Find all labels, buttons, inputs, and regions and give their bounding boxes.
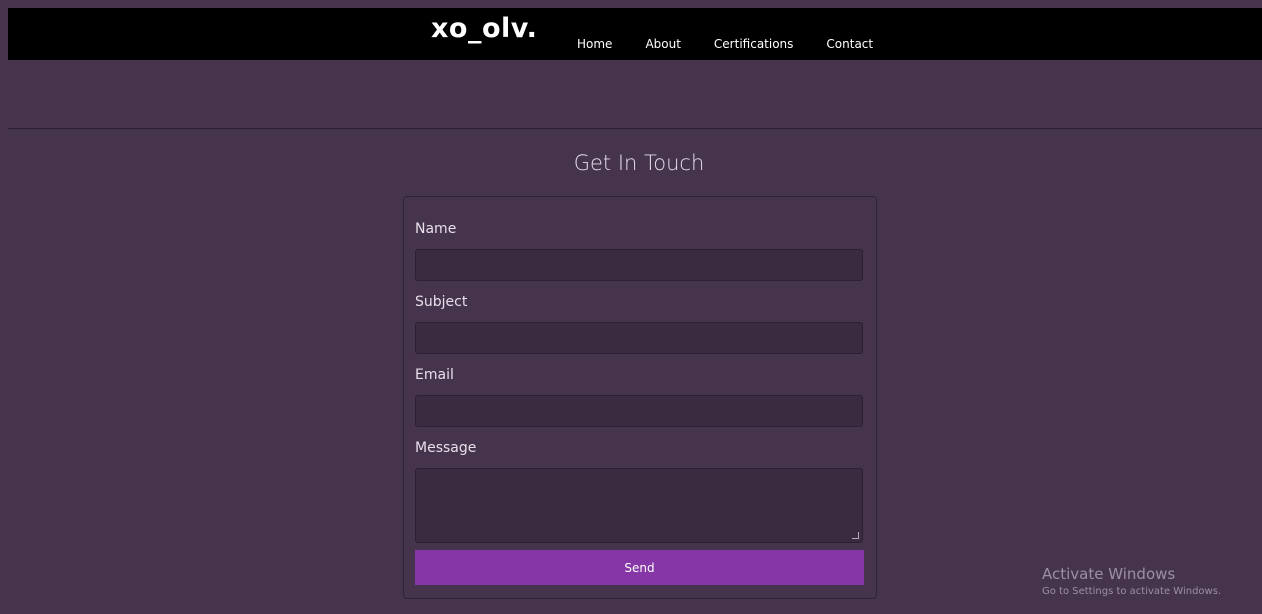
activate-windows-watermark: Activate Windows Go to Settings to activ…: [1042, 565, 1221, 599]
message-label: Message: [415, 440, 477, 456]
section-divider: [8, 128, 1262, 129]
send-button[interactable]: Send: [415, 550, 864, 585]
watermark-subtitle: Go to Settings to activate Windows.: [1042, 586, 1222, 597]
nav-links: Home About Certifications Contact: [577, 37, 906, 51]
subject-label: Subject: [415, 294, 468, 310]
navbar: xo_olv. Home About Certifications Contac…: [8, 8, 1262, 60]
nav-link-about[interactable]: About: [645, 37, 680, 51]
nav-link-home[interactable]: Home: [577, 37, 612, 51]
header-band: [8, 60, 1262, 128]
brand-logo[interactable]: xo_olv.: [431, 13, 537, 44]
page: xo_olv. Home About Certifications Contac…: [0, 0, 1262, 614]
contact-form: Name Subject Email Message Send: [403, 196, 877, 599]
subject-input[interactable]: [415, 322, 863, 354]
nav-link-certifications[interactable]: Certifications: [714, 37, 793, 51]
name-input[interactable]: [415, 249, 863, 281]
email-label: Email: [415, 367, 454, 383]
nav-link-contact[interactable]: Contact: [826, 37, 873, 51]
watermark-title: Activate Windows: [1042, 565, 1176, 583]
name-label: Name: [415, 221, 457, 237]
email-input[interactable]: [415, 395, 863, 427]
resize-handle-icon[interactable]: [852, 532, 859, 539]
message-textarea[interactable]: [415, 468, 863, 543]
section-title: Get In Touch: [573, 151, 705, 175]
